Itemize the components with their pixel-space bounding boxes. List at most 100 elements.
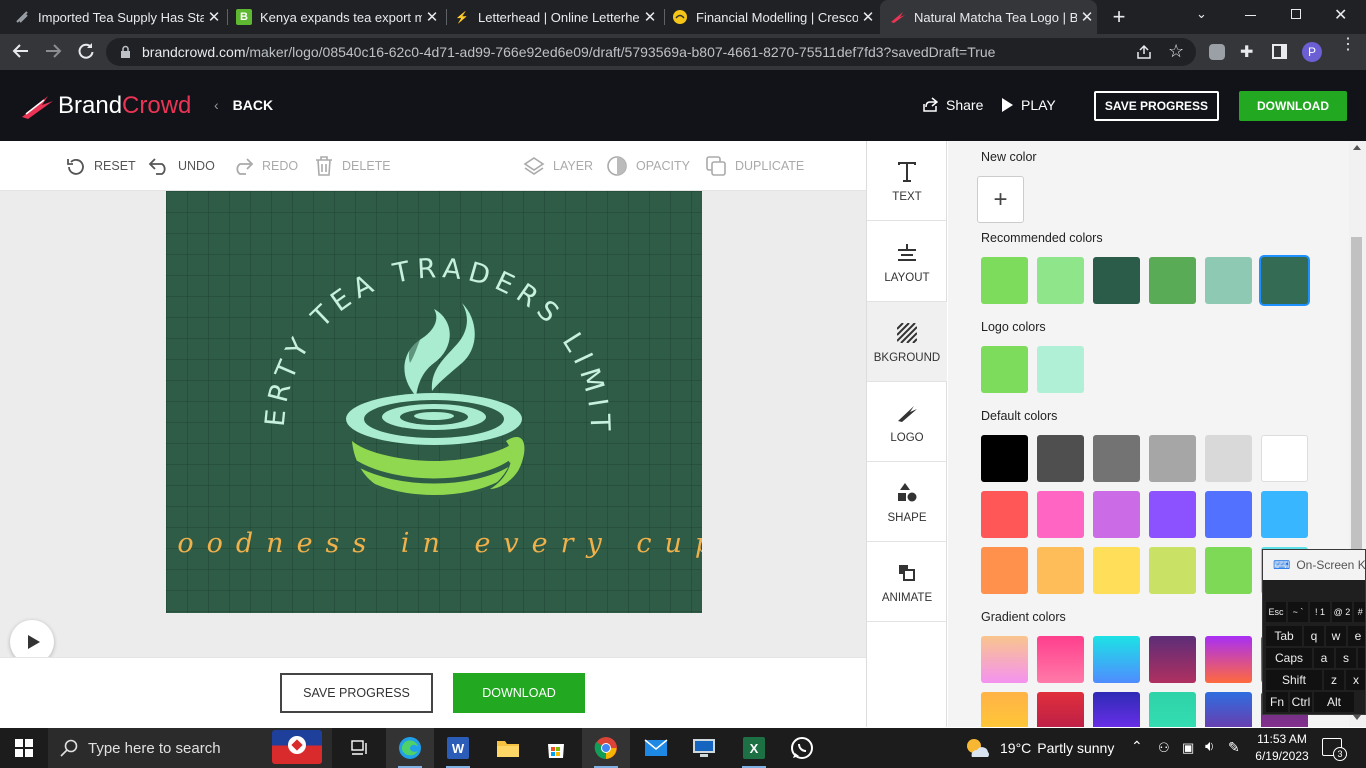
osk-key[interactable]: Shift bbox=[1266, 670, 1322, 690]
windows-start-button[interactable] bbox=[0, 728, 48, 768]
minimize-icon[interactable] bbox=[1245, 15, 1256, 16]
color-swatch[interactable] bbox=[1093, 547, 1140, 594]
color-swatch[interactable] bbox=[1261, 257, 1308, 304]
close-tab-icon[interactable]: ✕ bbox=[204, 8, 224, 26]
reload-icon[interactable] bbox=[77, 42, 95, 65]
new-tab-button[interactable]: + bbox=[1108, 4, 1130, 30]
excel-taskbar-icon[interactable]: X bbox=[730, 728, 778, 768]
osk-key[interactable]: ~ ` bbox=[1288, 602, 1308, 622]
forward-nav-icon[interactable] bbox=[44, 42, 62, 65]
color-swatch[interactable] bbox=[1093, 257, 1140, 304]
microsoft-store-icon[interactable] bbox=[532, 728, 580, 768]
back-button[interactable]: ‹ BACK bbox=[214, 97, 273, 113]
play-button[interactable]: PLAY bbox=[1002, 97, 1056, 113]
url-bar[interactable]: brandcrowd.com/maker/logo/08540c16-62c0-… bbox=[106, 38, 1196, 66]
osk-key[interactable]: s bbox=[1336, 648, 1356, 668]
browser-tab[interactable]: B Kenya expands tea export mar ✕ bbox=[236, 0, 442, 34]
color-swatch[interactable] bbox=[1037, 547, 1084, 594]
color-swatch[interactable] bbox=[1037, 257, 1084, 304]
osk-key[interactable]: Tab bbox=[1266, 626, 1302, 646]
browser-tab[interactable]: ⚡ Letterhead | Online Letterhead ✕ bbox=[454, 0, 660, 34]
mail-icon[interactable] bbox=[632, 728, 680, 768]
gradient-swatch[interactable] bbox=[981, 692, 1028, 727]
close-tab-icon[interactable]: ✕ bbox=[640, 8, 660, 26]
browser-tab[interactable]: Imported Tea Supply Has Stab ✕ bbox=[14, 0, 224, 34]
color-swatch[interactable] bbox=[981, 547, 1028, 594]
extension-icon[interactable] bbox=[1209, 44, 1225, 60]
osk-key[interactable]: Alt bbox=[1314, 692, 1354, 712]
color-swatch[interactable] bbox=[1205, 257, 1252, 304]
color-swatch[interactable] bbox=[1093, 491, 1140, 538]
osk-key[interactable]: w bbox=[1326, 626, 1346, 646]
restore-icon[interactable] bbox=[1291, 9, 1301, 19]
tab-search-icon[interactable]: ⌄ bbox=[1196, 6, 1207, 22]
download-button[interactable]: DOWNLOAD bbox=[1239, 91, 1347, 121]
word-taskbar-icon[interactable]: W bbox=[434, 728, 482, 768]
brandcrowd-logo[interactable]: Brand Crowd bbox=[20, 92, 191, 120]
osk-key[interactable]: x bbox=[1346, 670, 1365, 690]
close-tab-icon[interactable]: ✕ bbox=[422, 8, 442, 26]
gradient-swatch[interactable] bbox=[1205, 636, 1252, 683]
opacity-button[interactable]: OPACITY bbox=[606, 155, 690, 177]
scroll-down-arrow-icon[interactable] bbox=[1353, 715, 1361, 720]
background-tool-button[interactable]: BKGROUND bbox=[867, 302, 947, 382]
layout-tool-button[interactable]: LAYOUT bbox=[867, 222, 947, 302]
gradient-swatch[interactable] bbox=[1093, 692, 1140, 727]
osk-key[interactable]: Caps bbox=[1266, 648, 1312, 668]
network-icon[interactable]: ▣ bbox=[1182, 740, 1194, 756]
animate-tool-button[interactable]: ANIMATE bbox=[867, 542, 947, 622]
logo-tool-button[interactable]: LOGO bbox=[867, 382, 947, 462]
color-swatch[interactable] bbox=[981, 491, 1028, 538]
bottom-download-button[interactable]: DOWNLOAD bbox=[453, 673, 585, 713]
duplicate-button[interactable]: DUPLICATE bbox=[705, 155, 804, 177]
undo-button[interactable]: UNDO bbox=[148, 155, 215, 177]
color-swatch[interactable] bbox=[1149, 435, 1196, 482]
volume-icon[interactable]: 🔉︎ bbox=[1205, 738, 1214, 755]
browser-tab[interactable]: Financial Modelling | Cresco ✕ bbox=[672, 0, 878, 34]
osk-key[interactable]: e bbox=[1348, 626, 1365, 646]
meet-now-icon[interactable]: ⚇ bbox=[1158, 740, 1170, 756]
color-swatch[interactable] bbox=[1093, 435, 1140, 482]
file-explorer-icon[interactable] bbox=[484, 728, 532, 768]
share-page-icon[interactable] bbox=[1136, 44, 1152, 65]
show-hidden-icons[interactable]: ⌃ bbox=[1131, 738, 1143, 755]
gradient-swatch[interactable] bbox=[1037, 692, 1084, 727]
close-window-icon[interactable]: ✕ bbox=[1334, 5, 1347, 25]
side-panel-icon[interactable] bbox=[1272, 44, 1287, 59]
color-swatch[interactable] bbox=[1149, 257, 1196, 304]
browser-menu-icon[interactable]: ⋮ bbox=[1340, 37, 1356, 53]
color-swatch[interactable] bbox=[1205, 435, 1252, 482]
osk-key[interactable]: q bbox=[1304, 626, 1324, 646]
profile-avatar[interactable]: P bbox=[1302, 42, 1322, 62]
bottom-save-progress-button[interactable]: SAVE PROGRESS bbox=[280, 673, 433, 713]
color-swatch[interactable] bbox=[1205, 491, 1252, 538]
color-swatch[interactable] bbox=[1037, 491, 1084, 538]
browser-tab-active[interactable]: Natural Matcha Tea Logo | Br ✕ bbox=[880, 0, 1097, 34]
osk-key[interactable]: d bbox=[1358, 648, 1365, 668]
layer-button[interactable]: LAYER bbox=[523, 155, 593, 177]
delete-button[interactable]: DELETE bbox=[314, 155, 391, 177]
color-swatch[interactable] bbox=[1149, 547, 1196, 594]
redo-button[interactable]: REDO bbox=[232, 155, 298, 177]
task-view-icon[interactable] bbox=[336, 728, 384, 768]
osk-key[interactable]: a bbox=[1314, 648, 1334, 668]
bookmark-star-icon[interactable]: ☆ bbox=[1168, 41, 1184, 62]
osk-key[interactable]: # 3 bbox=[1354, 602, 1365, 622]
logo-canvas[interactable]: LIBERTY TEA TRADERS LIMITED Goodness in … bbox=[166, 191, 702, 613]
color-swatch[interactable] bbox=[1261, 491, 1308, 538]
osk-title-bar[interactable]: ⌨ On-Screen Keyboard bbox=[1263, 550, 1365, 580]
osk-key[interactable]: Ctrl bbox=[1290, 692, 1312, 712]
notification-center-icon[interactable]: 3 bbox=[1322, 738, 1347, 761]
shape-tool-button[interactable]: SHAPE bbox=[867, 462, 947, 542]
scroll-up-arrow-icon[interactable] bbox=[1353, 145, 1361, 150]
share-button[interactable]: Share bbox=[922, 97, 983, 113]
remote-desktop-icon[interactable] bbox=[680, 728, 728, 768]
clock[interactable]: 11:53 AM 6/19/2023 bbox=[1254, 731, 1310, 765]
extensions-puzzle-icon[interactable]: ✚ bbox=[1240, 42, 1253, 62]
keyboard-icon[interactable]: ✎ bbox=[1228, 739, 1240, 756]
osk-key[interactable]: ! 1 bbox=[1310, 602, 1330, 622]
gradient-swatch[interactable] bbox=[1149, 636, 1196, 683]
color-swatch[interactable] bbox=[1037, 346, 1084, 393]
whatsapp-icon[interactable] bbox=[778, 728, 826, 768]
back-nav-icon[interactable] bbox=[12, 42, 30, 65]
